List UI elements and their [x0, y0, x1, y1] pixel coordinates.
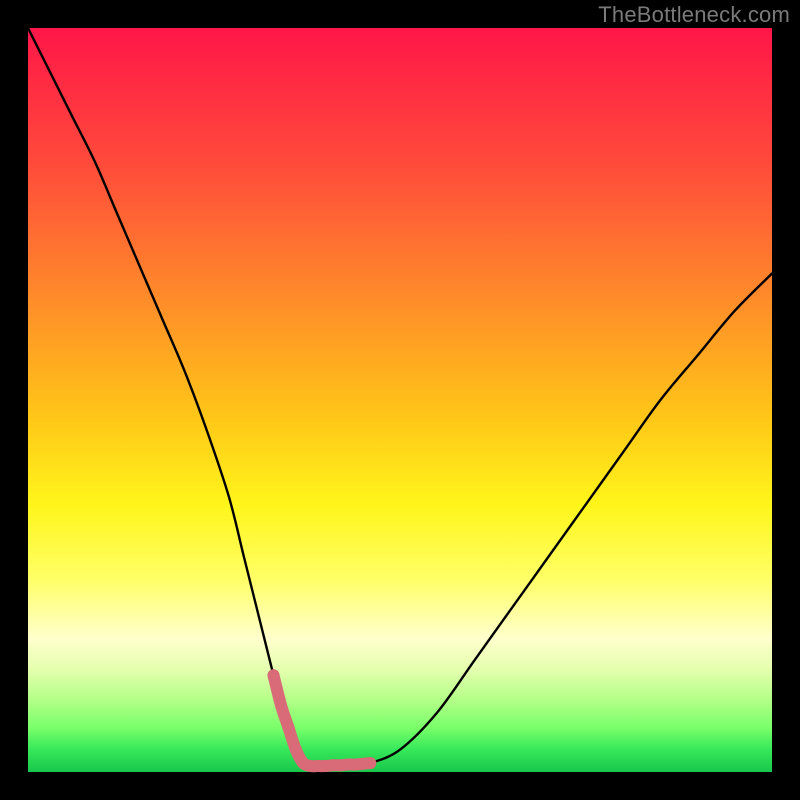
chart-svg [28, 28, 772, 772]
bottom-highlight [268, 669, 377, 772]
bottleneck-curve [28, 28, 772, 766]
highlight-dot [364, 757, 376, 769]
watermark-text: TheBottleneck.com [598, 2, 790, 28]
highlight-dot [282, 721, 294, 733]
highlight-dot [268, 669, 280, 681]
highlight-dot [290, 744, 302, 756]
highlight-stroke [274, 675, 371, 766]
highlight-dot [275, 699, 287, 711]
chart-frame: TheBottleneck.com [0, 0, 800, 800]
plot-area [28, 28, 772, 772]
